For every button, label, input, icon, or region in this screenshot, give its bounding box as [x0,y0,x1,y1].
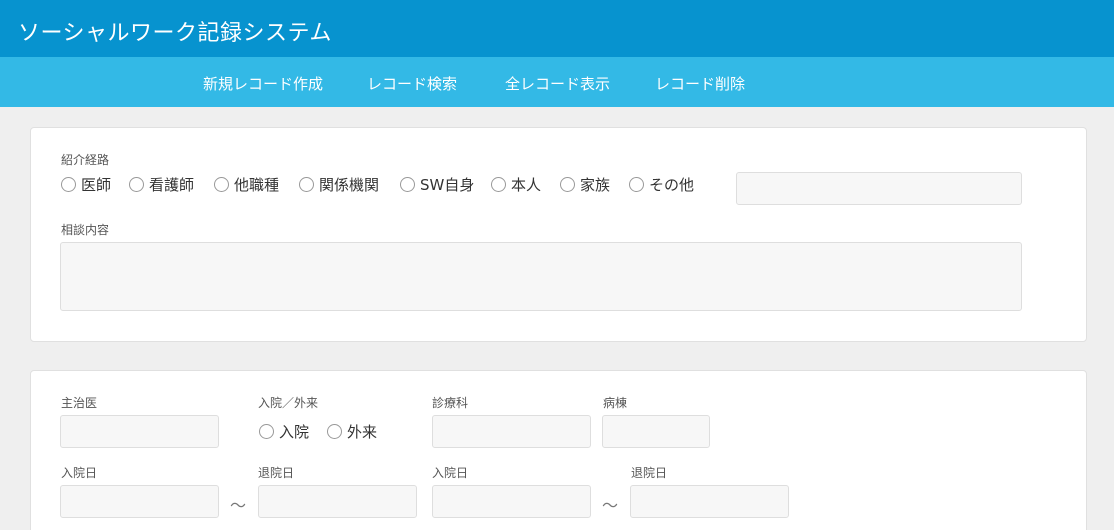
app-header: ソーシャルワーク記録システム [0,0,1114,57]
inout-label: 入院／外来 [258,396,319,410]
referral-option-patient[interactable]: 本人 [491,174,541,195]
referral-option-other[interactable]: その他 [629,174,694,195]
radio-circle[interactable] [299,177,314,192]
referral-label: 紹介経路 [61,153,110,167]
radio-circle[interactable] [129,177,144,192]
inout-option-outpatient[interactable]: 外来 [327,421,377,442]
attending-doctor-input[interactable] [60,415,219,448]
date-range-separator: ～ [230,496,247,515]
admission-date-2-label: 入院日 [432,466,469,480]
referral-option-label: 関係機関 [319,176,380,194]
radio-circle[interactable] [560,177,575,192]
radio-circle[interactable] [629,177,644,192]
department-input[interactable] [432,415,591,448]
referral-option-label: 本人 [511,176,542,194]
radio-circle[interactable] [61,177,76,192]
admission-date-input[interactable] [60,485,219,518]
consultation-textarea[interactable] [60,242,1022,311]
nav-delete-record[interactable]: レコード削除 [655,73,745,94]
referral-option-label: SW自身 [420,176,475,194]
nav-new-record[interactable]: 新規レコード作成 [203,73,323,94]
app-title: ソーシャルワーク記録システム [18,21,332,46]
inout-option-label: 外来 [347,423,378,441]
admission-date-2-input[interactable] [432,485,591,518]
referral-option-doctor[interactable]: 医師 [61,174,111,195]
radio-circle[interactable] [327,424,342,439]
admission-date-label: 入院日 [61,466,98,480]
inout-option-inpatient[interactable]: 入院 [259,421,309,442]
referral-option-sw-self[interactable]: SW自身 [400,174,474,195]
referral-other-input[interactable] [736,172,1022,205]
ward-label: 病棟 [603,396,628,410]
referral-option-label: 医師 [81,176,112,194]
attending-doctor-label: 主治医 [61,396,98,410]
date-range-separator-2: ～ [602,496,619,515]
nav-search-record[interactable]: レコード検索 [367,73,457,94]
radio-circle[interactable] [259,424,274,439]
discharge-date-label: 退院日 [258,466,295,480]
ward-input[interactable] [602,415,710,448]
referral-option-other-staff[interactable]: 他職種 [214,174,279,195]
nav-all-records[interactable]: 全レコード表示 [505,73,610,94]
discharge-date-2-input[interactable] [630,485,789,518]
referral-option-family[interactable]: 家族 [560,174,610,195]
referral-option-label: 看護師 [149,176,195,194]
referral-option-related-org[interactable]: 関係機関 [299,174,379,195]
radio-circle[interactable] [400,177,415,192]
referral-option-label: その他 [649,176,695,194]
discharge-date-2-label: 退院日 [631,466,668,480]
radio-circle[interactable] [214,177,229,192]
referral-option-label: 他職種 [234,176,280,194]
department-label: 診療科 [432,396,469,410]
consultation-label: 相談内容 [61,223,110,237]
radio-circle[interactable] [491,177,506,192]
inout-option-label: 入院 [279,423,310,441]
discharge-date-input[interactable] [258,485,417,518]
referral-option-label: 家族 [580,176,611,194]
nav-bar: 新規レコード作成 レコード検索 全レコード表示 レコード削除 [0,57,1114,107]
referral-option-nurse[interactable]: 看護師 [129,174,194,195]
